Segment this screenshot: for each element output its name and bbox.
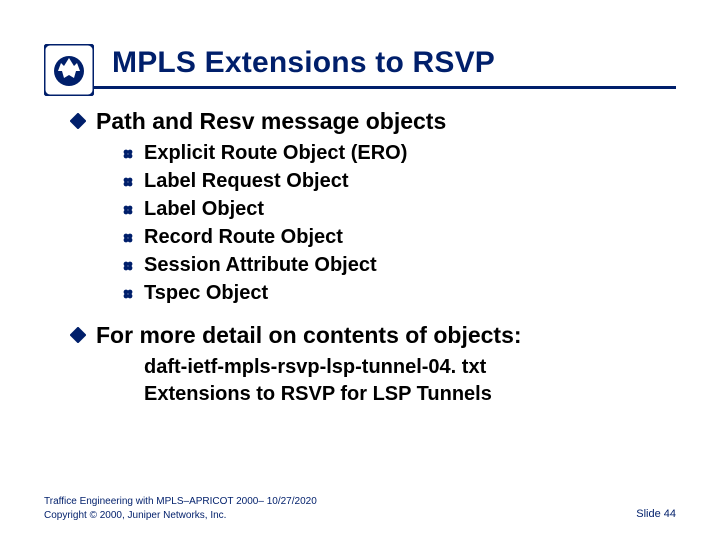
footer-line-1: Traffice Engineering with MPLS–APRICOT 2… <box>44 495 317 509</box>
sub-bullet-text: Label Request Object <box>144 168 349 195</box>
clover-bullet-icon <box>122 259 134 271</box>
clover-bullet-icon <box>122 147 134 159</box>
sub-bullet-text: Label Object <box>144 196 264 223</box>
slide-number: Slide 44 <box>636 507 676 522</box>
sub-bullet: Record Route Object <box>122 224 676 251</box>
reference-line: daft-ietf-mpls-rsvp-lsp-tunnel-04. txt <box>144 354 676 381</box>
diamond-bullet-icon <box>70 327 86 343</box>
footer: Traffice Engineering with MPLS–APRICOT 2… <box>44 495 676 522</box>
sub-list: Explicit Route Object (ERO) Label Reques… <box>122 140 676 307</box>
diamond-bullet-icon <box>70 113 86 129</box>
bullet-top-2-text: For more detail on contents of objects: <box>96 321 522 350</box>
content: Path and Resv message objects Explicit R… <box>70 107 676 408</box>
clover-bullet-icon <box>122 175 134 187</box>
sub-bullet-text: Tspec Object <box>144 280 268 307</box>
sub-bullet: Label Object <box>122 196 676 223</box>
juniper-logo <box>44 44 94 96</box>
reference-list: daft-ietf-mpls-rsvp-lsp-tunnel-04. txt E… <box>144 354 676 408</box>
clover-bullet-icon <box>122 203 134 215</box>
bullet-top-1-text: Path and Resv message objects <box>96 107 446 136</box>
sub-bullet: Label Request Object <box>122 168 676 195</box>
bullet-top-2: For more detail on contents of objects: <box>70 321 676 350</box>
bullet-top-1: Path and Resv message objects <box>70 107 676 136</box>
clover-bullet-icon <box>122 231 134 243</box>
reference-line: Extensions to RSVP for LSP Tunnels <box>144 381 676 408</box>
footer-left: Traffice Engineering with MPLS–APRICOT 2… <box>44 495 317 522</box>
slide: MPLS Extensions to RSVP Path and Resv me… <box>0 0 720 540</box>
title-rule <box>44 86 676 89</box>
sub-bullet: Tspec Object <box>122 280 676 307</box>
clover-bullet-icon <box>122 287 134 299</box>
sub-bullet-text: Record Route Object <box>144 224 343 251</box>
sub-bullet-text: Session Attribute Object <box>144 252 377 279</box>
header: MPLS Extensions to RSVP <box>0 0 720 89</box>
footer-line-2: Copyright © 2000, Juniper Networks, Inc. <box>44 509 317 523</box>
slide-title: MPLS Extensions to RSVP <box>112 46 720 80</box>
sub-bullet-text: Explicit Route Object (ERO) <box>144 140 407 167</box>
sub-bullet: Session Attribute Object <box>122 252 676 279</box>
sub-bullet: Explicit Route Object (ERO) <box>122 140 676 167</box>
